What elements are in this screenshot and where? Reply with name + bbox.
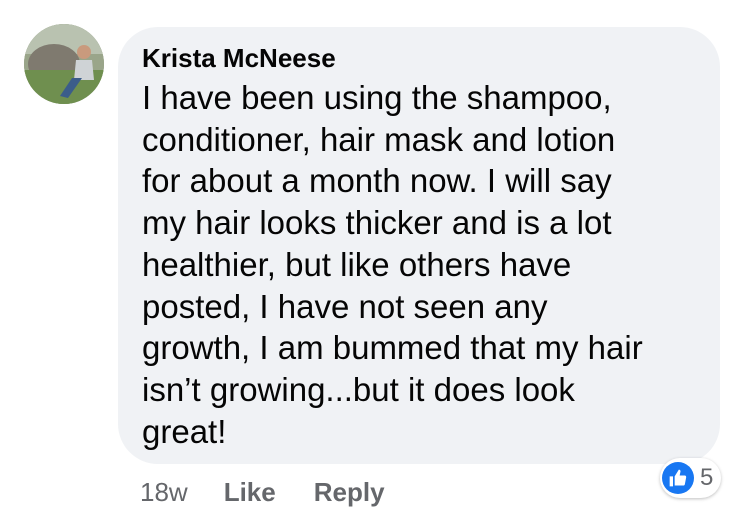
like-button[interactable]: Like [224,477,276,508]
reaction-count: 5 [700,464,714,491]
comment-author[interactable]: Krista McNeese [142,41,696,75]
comment-bubble: Krista McNeese I have been using the sha… [118,27,720,464]
avatar-photo [24,24,104,104]
reaction-summary[interactable]: 5 [660,458,722,498]
reply-button[interactable]: Reply [314,477,385,508]
avatar[interactable] [24,24,104,104]
comment-text: I have been using the shampoo, condition… [142,79,643,450]
comment-timestamp[interactable]: 18w [140,477,188,508]
thumbs-up-icon [662,462,694,494]
comment-actions: 18w Like Reply [140,474,385,510]
